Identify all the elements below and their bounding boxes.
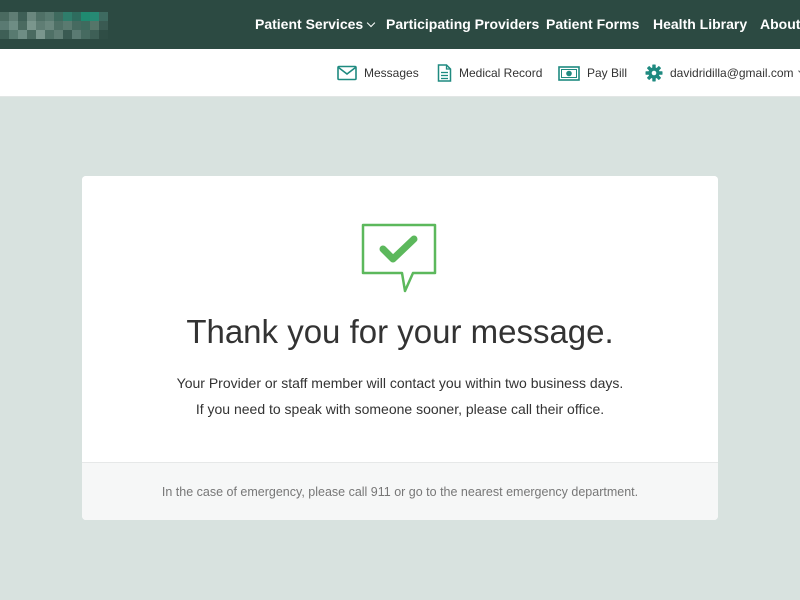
emergency-notice-text: In the case of emergency, please call 91…	[161, 485, 639, 499]
confirmation-message-line-2: If you need to speak with someone sooner…	[195, 401, 605, 417]
nav-patient-forms[interactable]: Patient Forms	[546, 16, 639, 32]
account-email: davidridilla@gmail.com	[670, 66, 794, 80]
nav-health-library-label: Health Library	[653, 16, 748, 32]
medical-record-label: Medical Record	[459, 66, 543, 80]
emergency-notice: In the case of emergency, please call 91…	[82, 462, 718, 520]
message-sent-check-icon	[361, 223, 437, 293]
nav-participating-providers[interactable]: Participating Providers	[386, 16, 539, 32]
confirmation-message-line-1: Your Provider or staff member will conta…	[176, 375, 624, 391]
envelope-icon	[337, 65, 357, 81]
medical-record-link[interactable]: Medical Record	[437, 63, 542, 83]
nav-about-label: About	[760, 16, 800, 32]
nav-health-library[interactable]: Health Library	[653, 16, 747, 32]
nav-patient-services-label: Patient Services	[255, 16, 364, 32]
nav-patient-forms-label: Patient Forms	[546, 16, 640, 32]
gear-icon	[645, 64, 663, 82]
nav-patient-services[interactable]: Patient Services	[255, 16, 376, 32]
nav-about[interactable]: About	[760, 16, 800, 32]
top-navigation: Patient Services Participating Providers…	[0, 0, 800, 49]
pay-bill-label: Pay Bill	[587, 66, 628, 80]
page-title: Thank you for your message.	[186, 313, 614, 350]
document-icon	[437, 64, 452, 82]
pay-bill-link[interactable]: Pay Bill	[558, 63, 627, 83]
main-menu: Patient Services Participating Providers…	[0, 0, 800, 49]
confirmation-card: Thank you for your message. Your Provide…	[82, 176, 718, 520]
messages-link[interactable]: Messages	[337, 63, 419, 83]
money-bill-icon	[558, 65, 580, 81]
chevron-down-icon	[366, 18, 376, 28]
account-menu[interactable]: davidridilla@gmail.com	[645, 63, 800, 83]
utility-bar: Messages Medical Record Pay Bill davidri…	[0, 49, 800, 97]
messages-label: Messages	[364, 66, 419, 80]
nav-participating-providers-label: Participating Providers	[386, 16, 540, 32]
confirmation-body: Thank you for your message. Your Provide…	[82, 176, 718, 462]
